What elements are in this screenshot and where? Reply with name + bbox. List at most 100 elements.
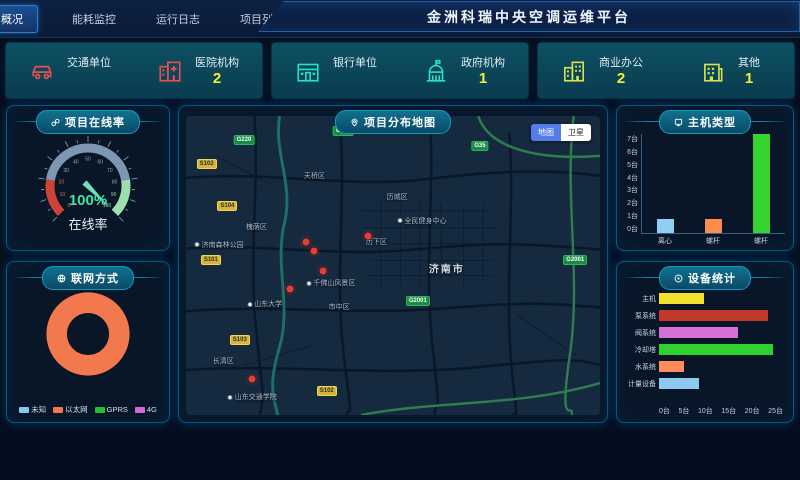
bar bbox=[705, 219, 722, 233]
online-rate-caption: 在线率 bbox=[7, 214, 169, 233]
svg-text:40: 40 bbox=[73, 160, 79, 166]
host-type-chart: 7台6台5台4台3台2台1台0台 bbox=[621, 134, 785, 234]
panel-title: 主机类型 bbox=[688, 114, 736, 130]
stat-label: 其他 bbox=[738, 54, 760, 70]
stat-value: 1 bbox=[479, 70, 487, 87]
legend-label: 未知 bbox=[31, 404, 46, 415]
stat-hospital: 医院机构 2 bbox=[134, 43, 262, 98]
y-tick-label: 7台 bbox=[627, 134, 638, 144]
government-icon bbox=[423, 58, 449, 84]
legend-label: 4G bbox=[147, 405, 157, 414]
road-badge: S102 bbox=[197, 159, 217, 169]
stat-government: 政府机构 1 bbox=[400, 43, 528, 98]
road-badge: S103 bbox=[230, 335, 250, 345]
map-pin-icon bbox=[350, 118, 359, 127]
stat-value: 1 bbox=[745, 70, 753, 87]
bar bbox=[657, 219, 674, 233]
device-row: 主机 bbox=[621, 292, 783, 305]
stat-card-teal: 银行单位 政府机构 1 bbox=[272, 43, 528, 98]
bar-track bbox=[659, 344, 783, 355]
map-place-label: 千佛山风景区 bbox=[306, 278, 355, 288]
car-icon bbox=[29, 58, 55, 84]
stats-row: 交通单位 医院机构 2 bbox=[6, 43, 794, 98]
project-marker[interactable] bbox=[286, 286, 293, 293]
panel-online-rate: 项目在线率 0102030405060708090100 100% 在线率 bbox=[6, 105, 170, 251]
map-mode-button[interactable]: 地图 bbox=[531, 124, 561, 141]
tab-overview[interactable]: 概况 bbox=[0, 5, 38, 33]
office-icon bbox=[561, 58, 587, 84]
y-tick-label: 0台 bbox=[627, 224, 638, 234]
road-badge: G2001 bbox=[563, 255, 587, 265]
bar bbox=[659, 327, 738, 338]
x-category-label: 螺杆 bbox=[754, 236, 768, 246]
bar-plot bbox=[641, 134, 785, 234]
x-category-label: 螺杆 bbox=[706, 236, 720, 246]
project-marker[interactable] bbox=[303, 238, 310, 245]
stat-other: 其他 1 bbox=[666, 43, 794, 98]
x-axis: 离心 螺杆 螺杆 bbox=[641, 236, 785, 246]
y-tick-label: 3台 bbox=[627, 185, 638, 195]
panel-title: 项目在线率 bbox=[65, 114, 125, 130]
x-tick-label: 0台 bbox=[659, 406, 670, 416]
x-tick-label: 10台 bbox=[698, 406, 713, 416]
x-tick-label: 20台 bbox=[745, 406, 760, 416]
panel-title: 设备统计 bbox=[688, 270, 736, 286]
device-row: 冷却塔 bbox=[621, 343, 783, 356]
top-nav: 概况 能耗监控 运行日志 项目列表 视频监控 金洲科瑞中央空调运维平台 bbox=[0, 0, 800, 38]
bar bbox=[659, 344, 773, 355]
panel-header: 主机类型 bbox=[659, 110, 751, 134]
svg-text:50: 50 bbox=[85, 157, 91, 163]
device-label: 阀系统 bbox=[621, 328, 659, 338]
bar bbox=[659, 378, 699, 389]
project-marker[interactable] bbox=[319, 268, 326, 275]
online-rate-gauge: 0102030405060708090100 bbox=[13, 126, 163, 226]
map-place-label: 山东交通学院 bbox=[228, 392, 277, 402]
project-marker[interactable] bbox=[311, 247, 318, 254]
svg-text:60: 60 bbox=[97, 160, 103, 166]
panel-header: 联网方式 bbox=[42, 266, 134, 290]
dashboard-root: 概况 能耗监控 运行日志 项目列表 视频监控 金洲科瑞中央空调运维平台 交通单位 bbox=[0, 0, 800, 480]
panel-project-map: 项目分布地图 bbox=[178, 105, 608, 423]
x-tick-label: 25台 bbox=[768, 406, 783, 416]
svg-text:70: 70 bbox=[107, 168, 113, 174]
tab-run-log[interactable]: 运行日志 bbox=[150, 6, 206, 32]
link-icon bbox=[51, 118, 60, 127]
y-tick-label: 6台 bbox=[627, 147, 638, 157]
tab-energy-monitor[interactable]: 能耗监控 bbox=[66, 6, 122, 32]
map-place-label: 济南森林公园 bbox=[195, 240, 244, 250]
y-tick-label: 2台 bbox=[627, 198, 638, 208]
satellite-mode-button[interactable]: 卫星 bbox=[561, 124, 591, 141]
device-row: 泵系统 bbox=[621, 309, 783, 322]
x-category-label: 离心 bbox=[658, 236, 672, 246]
map-place-label: 市中区 bbox=[329, 302, 350, 312]
poi-marker bbox=[195, 242, 200, 247]
device-row: 计量设备 bbox=[621, 377, 783, 390]
stat-label: 商业办公 bbox=[599, 54, 643, 70]
stat-card-red: 交通单位 医院机构 2 bbox=[6, 43, 262, 98]
bar-track bbox=[659, 361, 783, 372]
main-area: 项目在线率 0102030405060708090100 100% 在线率 联网… bbox=[6, 105, 794, 423]
panel-header: 项目在线率 bbox=[36, 110, 140, 134]
poi-marker bbox=[306, 281, 311, 286]
stat-label: 医院机构 bbox=[195, 54, 239, 70]
device-row: 阀系统 bbox=[621, 326, 783, 339]
project-marker[interactable] bbox=[249, 376, 256, 383]
legend-label: GPRS bbox=[107, 405, 128, 414]
chiller-icon bbox=[674, 118, 683, 127]
stat-label: 银行单位 bbox=[333, 54, 377, 70]
signal-icon bbox=[57, 274, 66, 283]
y-tick-label: 1台 bbox=[627, 211, 638, 221]
project-marker[interactable] bbox=[365, 232, 372, 239]
device-stats-chart: 主机泵系统阀系统冷却塔水系统计量设备 bbox=[621, 292, 783, 394]
bar bbox=[659, 293, 704, 304]
bar bbox=[659, 361, 684, 372]
network-legend: 未知 以太网 GPRS 4G bbox=[7, 404, 169, 415]
legend-swatch bbox=[95, 407, 105, 413]
y-tick-label: 5台 bbox=[627, 160, 638, 170]
stat-office: 商业办公 2 bbox=[538, 43, 666, 98]
map-place-label: 长清区 bbox=[213, 356, 234, 366]
target-icon bbox=[674, 274, 683, 283]
map-canvas[interactable]: 济南市历下区历城区天桥区槐荫区市中区长清区千佛山风景区山东大学济南森林公园全民健… bbox=[186, 116, 600, 415]
device-label: 泵系统 bbox=[621, 311, 659, 321]
x-axis: 0台5台10台15台20台25台 bbox=[659, 406, 783, 416]
